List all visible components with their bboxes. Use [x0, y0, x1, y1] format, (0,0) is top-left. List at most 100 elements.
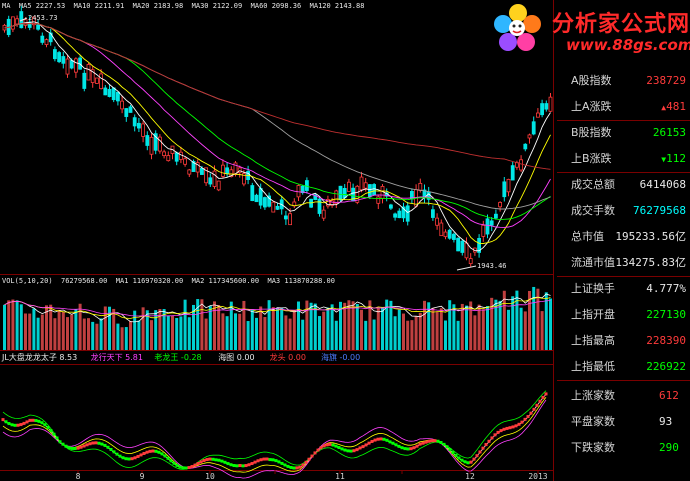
volume-bar	[61, 311, 65, 350]
candle-body	[128, 106, 133, 113]
indicator-dot	[388, 440, 392, 444]
indicator-dot	[433, 439, 437, 443]
volume-bar	[116, 323, 120, 350]
indicator-dot	[517, 422, 521, 426]
volume-bar	[267, 300, 271, 350]
candle-body	[57, 52, 61, 63]
stat-value: 238729	[646, 70, 686, 92]
candle-body	[506, 178, 511, 193]
stat-value: 228390	[646, 330, 686, 352]
indicator-dot	[322, 444, 326, 448]
volume-bar	[124, 327, 128, 350]
indicator-dot	[502, 427, 506, 431]
candle-body	[468, 258, 473, 265]
indicator-dot	[478, 450, 482, 454]
candle-body	[216, 180, 221, 191]
volume-bar	[36, 317, 40, 350]
candle-body	[342, 187, 347, 199]
candle-body	[359, 176, 364, 191]
market-stats-panel: A股指数 238729 上A涨跌 ▲481 B股指数 26153 上B涨跌 ▼112 成交总额 6…	[557, 60, 690, 481]
indicator-dot	[343, 448, 347, 452]
volume-bar	[234, 313, 237, 350]
indicator-dot	[448, 448, 452, 452]
x-axis-label: 8	[76, 472, 81, 481]
indicator-dot	[166, 456, 170, 460]
stat-row: 成交总额 6414068	[561, 174, 690, 196]
indicator-dot	[439, 440, 443, 444]
stat-value: 76279568	[633, 200, 686, 222]
indicator-dot	[13, 423, 17, 427]
volume-bar	[452, 304, 456, 350]
volume-bar	[351, 301, 355, 350]
indicator-dot	[76, 446, 80, 450]
candle-body	[527, 134, 532, 139]
stat-value: 227130	[646, 304, 686, 326]
indicator-dot	[328, 442, 332, 446]
volume-bar	[66, 317, 69, 350]
indicator-label: 海旗 -0.00	[321, 352, 360, 362]
moving-average-lines	[4, 21, 551, 252]
stat-value-text: 226922	[646, 360, 686, 373]
indicator-dot	[340, 447, 344, 451]
indicator-dot	[487, 439, 491, 443]
volume-bar	[334, 320, 338, 350]
stat-value-text: 290	[659, 441, 679, 454]
volume-bar	[53, 318, 57, 350]
indicator-dot	[184, 466, 188, 470]
volume-bar	[11, 299, 15, 350]
stat-row: 上指最高 228390	[561, 330, 690, 352]
candle-body	[225, 167, 230, 174]
candle-body	[250, 185, 255, 202]
indicator-dot	[463, 460, 467, 464]
indicator-dot	[376, 437, 380, 441]
indicator-dot	[37, 419, 41, 423]
candle-body	[111, 87, 116, 101]
volume-bar	[32, 308, 36, 350]
stat-label: B股指数	[571, 126, 612, 139]
logo-url[interactable]: www.88gs.com	[566, 36, 690, 54]
volume-bar	[137, 320, 141, 350]
indicator-dot	[25, 420, 29, 424]
candle-body	[460, 240, 465, 253]
indicator-dot	[529, 411, 533, 415]
candle-body	[162, 151, 167, 157]
volume-bar	[372, 319, 376, 350]
indicator-dot	[88, 442, 92, 446]
volume-bar	[498, 300, 502, 350]
stat-value: 226922	[646, 356, 686, 378]
candle-body	[493, 213, 498, 219]
volume-bar	[246, 321, 250, 350]
indicator-dot	[496, 430, 500, 434]
x-axis-label: 10	[205, 472, 215, 481]
stat-value: ▼112	[661, 148, 686, 171]
volume-bar	[486, 306, 489, 350]
indicator-dot	[475, 454, 479, 458]
volume-bar	[3, 304, 6, 350]
stat-value-text: 227130	[646, 308, 686, 321]
volume-bar	[301, 319, 305, 350]
indicator-dot	[334, 444, 338, 448]
indicator-dot	[55, 436, 59, 440]
volume-bar	[166, 315, 170, 350]
indicator-dot	[70, 446, 74, 450]
indicator-label: 龙行天下 5.81	[91, 352, 143, 362]
ma-line	[4, 22, 551, 210]
candle-body	[548, 96, 553, 112]
candle-body	[439, 222, 444, 237]
volume-bar	[255, 317, 258, 350]
indicator-dot	[304, 460, 308, 464]
volume-bar	[74, 309, 78, 350]
indicator-dot	[361, 445, 365, 449]
candle-body	[208, 177, 213, 185]
indicator-dot	[280, 461, 284, 465]
indicator-dot	[193, 463, 197, 467]
indicator-dot	[355, 448, 359, 452]
candle-body	[451, 233, 456, 240]
volume-bar	[376, 308, 380, 350]
indicator-dot	[16, 423, 20, 427]
indicator-label: 老龙王 -0.28	[154, 352, 201, 362]
indicator-dot	[370, 439, 374, 443]
candle-body	[519, 159, 523, 171]
volume-bar	[200, 299, 204, 350]
indicator-dot	[22, 421, 26, 425]
